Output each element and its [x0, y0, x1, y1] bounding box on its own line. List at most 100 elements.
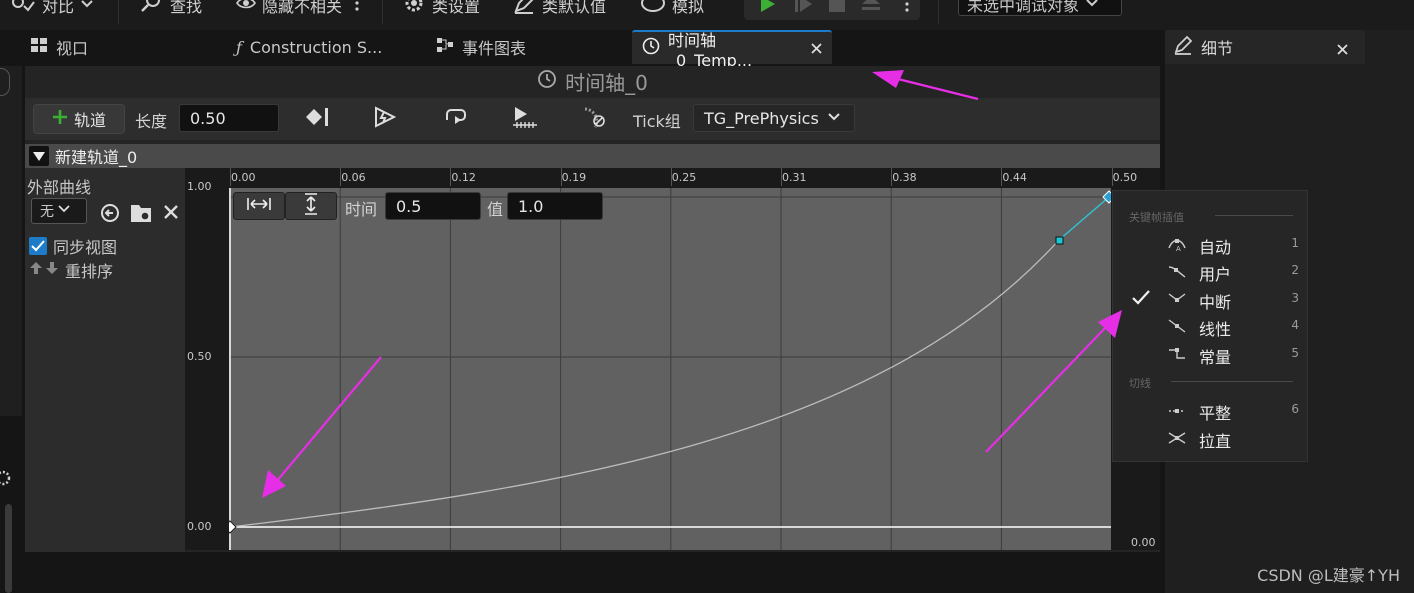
browse-asset-icon[interactable] [129, 202, 153, 228]
gear-icon [402, 0, 426, 19]
use-selected-asset-icon[interactable] [99, 202, 121, 228]
tab-timeline[interactable]: 时间轴_0_Temp... [632, 30, 832, 70]
eye-icon [236, 0, 256, 15]
curve-plot-area[interactable] [229, 188, 1111, 550]
tick-group-select[interactable]: TG_PrePhysics [693, 104, 855, 132]
time-tick-label: 0.00 [231, 171, 256, 184]
details-title: 细节 [1201, 39, 1234, 58]
left-side-panel [0, 66, 22, 416]
time-tick-label: 0.12 [451, 171, 476, 184]
gear-icon[interactable] [0, 458, 18, 498]
time-tick-label: 0.25 [671, 171, 697, 184]
fit-horizontal-icon [246, 196, 272, 216]
straighten-tangent-icon [1167, 430, 1187, 446]
autoplay-button[interactable] [369, 104, 401, 134]
timeline-editor: 时间轴_0 轨道 长度 0.50 Tick组 TG_PrePhysics 新建轨… [25, 66, 1160, 552]
eject-button[interactable] [856, 0, 886, 20]
close-icon[interactable] [811, 39, 822, 58]
menu-item-linear[interactable]: 线性 4 [1113, 313, 1309, 339]
debug-target-select[interactable]: 未选中调试对象 [958, 0, 1122, 16]
close-icon[interactable] [1337, 40, 1348, 59]
step-icon [793, 0, 813, 18]
keyframe-start[interactable] [229, 520, 237, 534]
class-defaults-label: 类默认值 [542, 0, 607, 16]
time-tick-label: 0.31 [782, 171, 807, 184]
use-last-keyframe-button[interactable] [301, 104, 333, 134]
class-settings-button[interactable]: 类设置 [402, 0, 480, 18]
play-button[interactable] [752, 0, 782, 20]
stop-button[interactable] [822, 0, 852, 20]
menu-item-flatten-label: 平整 [1199, 404, 1232, 423]
add-track-button[interactable]: 轨道 [33, 104, 125, 134]
hide-unrelated-button[interactable]: 隐藏不相关 [236, 0, 360, 18]
menu-item-user[interactable]: 用户 2 [1113, 258, 1309, 284]
time-tick-label: 0.44 [1002, 171, 1027, 184]
simulate-icon [640, 0, 666, 19]
play-icon [757, 0, 777, 18]
tab-event-graph[interactable]: 事件图表 [436, 30, 526, 64]
fit-vertical-icon [303, 192, 319, 220]
autoplay-icon [372, 106, 398, 132]
watermark: CSDN @L建豪↑YH [1257, 566, 1400, 585]
key-value-input[interactable]: 1.0 [507, 192, 603, 220]
vertical-scrollbar[interactable] [5, 504, 12, 593]
menu-item-break[interactable]: 中断 3 [1113, 286, 1309, 312]
menu-section-tangent: 切线 [1129, 377, 1151, 390]
reorder-control[interactable]: 重排序 [29, 258, 113, 282]
collapse-track-icon[interactable] [29, 146, 49, 166]
edit-defaults-icon [512, 0, 536, 19]
sync-view-toggle[interactable]: 同步视图 [29, 234, 117, 258]
key-time-input[interactable]: 0.5 [385, 192, 481, 220]
linear-interp-icon [1167, 318, 1187, 334]
menu-item-constant-shortcut: 5 [1291, 346, 1299, 360]
time-tick-mark [1001, 168, 1003, 186]
main-toolbar: 对比 查找 隐藏不相关 类设置 类默认值 模拟 未选中调试对象 [0, 0, 1414, 30]
menu-item-flatten[interactable]: 平整 6 [1113, 397, 1309, 423]
right-axis-label: 0.00 [1131, 536, 1156, 549]
step-button[interactable] [788, 0, 818, 20]
menu-item-linear-shortcut: 4 [1291, 318, 1299, 332]
ignore-time-dilation-button[interactable] [579, 104, 611, 134]
length-input[interactable]: 0.50 [179, 104, 279, 132]
find-button[interactable]: 查找 [138, 0, 202, 18]
eject-icon [860, 0, 882, 18]
constant-interp-icon [1167, 346, 1187, 362]
tangent-handle[interactable] [1055, 236, 1064, 245]
diff-button[interactable]: 对比 [10, 0, 94, 18]
menu-item-user-shortcut: 2 [1291, 263, 1299, 277]
play-options-button[interactable] [892, 0, 922, 20]
menu-item-constant[interactable]: 常量 5 [1113, 341, 1309, 367]
menu-item-auto-shortcut: 1 [1291, 236, 1299, 250]
time-tick-label: 0.50 [1112, 171, 1138, 184]
zoom-to-fit-vertical-button[interactable] [285, 192, 337, 220]
menu-item-user-label: 用户 [1199, 265, 1232, 284]
simulate-button[interactable]: 模拟 [640, 0, 704, 18]
track-header[interactable]: 新建轨道_0 [25, 144, 1160, 168]
float-curve[interactable] [229, 239, 1060, 528]
replicated-button[interactable] [509, 104, 541, 134]
menu-item-straighten[interactable]: 拉直 [1113, 425, 1309, 451]
zoom-to-fit-horizontal-button[interactable] [233, 192, 285, 220]
time-tick-mark [670, 168, 672, 186]
more-options-icon[interactable] [354, 0, 360, 16]
details-tab[interactable]: 细节 [1165, 30, 1365, 64]
timeline-title-bar: 时间轴_0 [25, 66, 1160, 96]
clear-asset-icon[interactable] [163, 204, 179, 224]
tab-construction-script[interactable]: ƒ Construction S... [236, 30, 382, 64]
clock-icon [537, 69, 557, 94]
menu-item-auto[interactable]: A 自动 1 [1113, 231, 1309, 257]
curve-editor[interactable]: 0.00 0.06 0.12 0.19 0.25 0.31 0.38 0.44 0.50 1.0… [185, 168, 1160, 550]
side-control[interactable] [0, 68, 10, 96]
value-tick-label: 0.50 [187, 350, 212, 363]
loop-button[interactable] [439, 104, 471, 134]
chevron-down-icon [80, 0, 94, 15]
function-icon: ƒ [236, 37, 242, 57]
reorder-arrows-icon [29, 261, 59, 279]
external-curve-select[interactable]: 无 [31, 198, 87, 224]
time-tick-mark [340, 168, 342, 186]
class-defaults-button[interactable]: 类默认值 [512, 0, 606, 18]
flatten-tangent-icon [1167, 402, 1187, 418]
tab-viewport[interactable]: 视口 [30, 30, 88, 64]
sync-view-checkbox[interactable] [29, 237, 47, 255]
reorder-label: 重排序 [65, 262, 114, 281]
